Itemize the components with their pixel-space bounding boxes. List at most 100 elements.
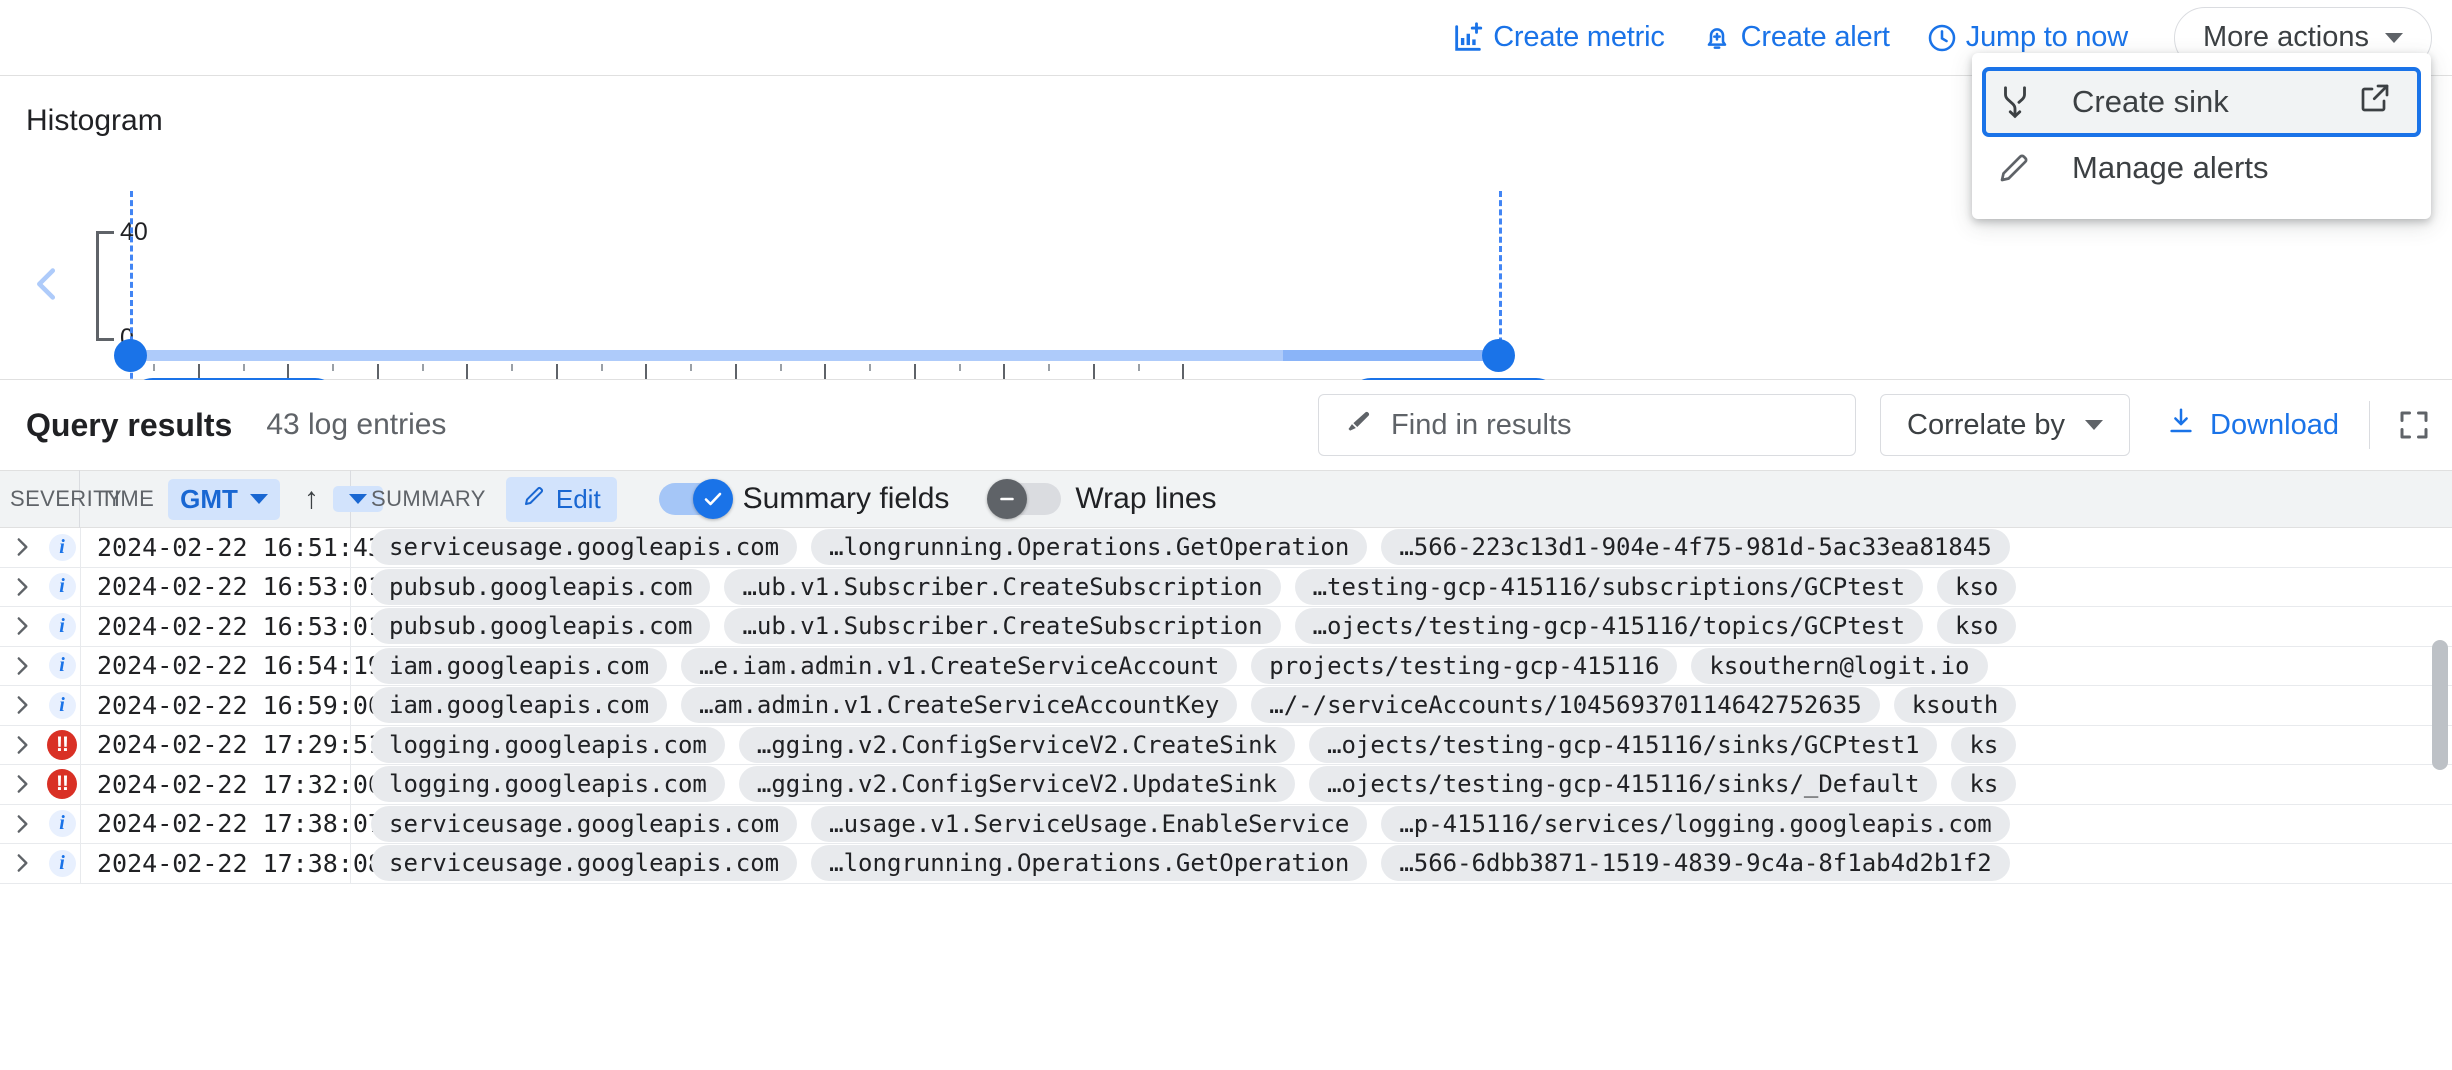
- table-row[interactable]: i2024-02-22 16:51:43.521serviceusage.goo…: [0, 528, 2452, 568]
- table-row[interactable]: i2024-02-22 16:54:19.243iam.googleapis.c…: [0, 647, 2452, 687]
- scrollbar-thumb[interactable]: [2432, 640, 2448, 770]
- create-metric-label: Create metric: [1493, 21, 1664, 54]
- expand-row-icon[interactable]: [0, 653, 44, 679]
- cell-timestamp: 2024-02-22 16:51:43.521: [80, 528, 351, 567]
- expand-row-icon[interactable]: [0, 850, 44, 876]
- summary-chip[interactable]: …ub.v1.Subscriber.CreateSubscription: [724, 569, 1280, 605]
- create-alert-button[interactable]: Create alert: [1683, 11, 1908, 64]
- y-axis-bracket: [96, 231, 114, 341]
- toggle-thumb: [987, 479, 1027, 519]
- chevron-down-icon: [2385, 33, 2403, 43]
- summary-chip[interactable]: …p-415116/services/logging.googleapis.co…: [1381, 806, 2009, 842]
- collapse-chevron-icon[interactable]: [24, 261, 70, 307]
- summary-chip[interactable]: kso: [1937, 608, 2016, 644]
- table-row[interactable]: !!2024-02-22 17:32:00.308logging.googlea…: [0, 765, 2452, 805]
- download-label: Download: [2210, 409, 2339, 442]
- summary-chip[interactable]: …gging.v2.ConfigServiceV2.CreateSink: [739, 727, 1295, 763]
- download-button[interactable]: Download: [2166, 406, 2339, 444]
- expand-row-icon[interactable]: [0, 613, 44, 639]
- wrap-lines-toggle[interactable]: Wrap lines: [991, 482, 1216, 516]
- summary-chip[interactable]: …longrunning.Operations.GetOperation: [811, 845, 1367, 881]
- histogram-tick-marks: [130, 364, 1506, 380]
- create-metric-button[interactable]: Create metric: [1433, 11, 1682, 65]
- summary-chip[interactable]: ksouthern@logit.io: [1691, 648, 1987, 684]
- summary-chip[interactable]: ks: [1951, 727, 2016, 763]
- axis-tick: [959, 364, 961, 371]
- fullscreen-button[interactable]: [2396, 407, 2432, 443]
- table-row[interactable]: i2024-02-22 16:59:00.034iam.googleapis.c…: [0, 686, 2452, 726]
- summary-chip[interactable]: logging.googleapis.com: [371, 727, 725, 763]
- summary-chip[interactable]: …am.admin.v1.CreateServiceAccountKey: [681, 687, 1237, 723]
- info-icon: i: [49, 573, 76, 600]
- time-range-slider-selection[interactable]: [1283, 350, 1499, 361]
- status-badge: !!: [44, 769, 80, 799]
- summary-fields-toggle[interactable]: Summary fields: [659, 482, 950, 516]
- axis-tick: [780, 364, 782, 371]
- axis-tick: [243, 364, 245, 371]
- timezone-selector[interactable]: GMT: [168, 479, 280, 520]
- axis-tick: [287, 364, 289, 379]
- summary-label: SUMMARY: [371, 486, 486, 512]
- axis-tick: [153, 364, 155, 371]
- table-row[interactable]: i2024-02-22 16:53:01.002pubsub.googleapi…: [0, 568, 2452, 608]
- expand-row-icon[interactable]: [0, 534, 44, 560]
- summary-chip[interactable]: …566-223c13d1-904e-4f75-981d-5ac33ea8184…: [1381, 529, 2009, 565]
- summary-chip[interactable]: …ojects/testing-gcp-415116/topics/GCPtes…: [1295, 608, 1923, 644]
- timezone-label: GMT: [180, 484, 238, 515]
- summary-chip[interactable]: …566-6dbb3871-1519-4839-9c4a-8f1ab4d2b1f…: [1381, 845, 2009, 881]
- open-in-new-icon: [2357, 80, 2393, 124]
- divider: [2369, 401, 2370, 449]
- menu-item-create-sink[interactable]: Create sink: [1984, 69, 2419, 135]
- summary-chip[interactable]: …ojects/testing-gcp-415116/sinks/_Defaul…: [1309, 766, 1937, 802]
- summary-chip[interactable]: serviceusage.googleapis.com: [371, 806, 797, 842]
- summary-fields-label: Summary fields: [743, 482, 950, 516]
- vertical-scrollbar[interactable]: [2430, 528, 2450, 1070]
- sort-ascending-icon[interactable]: ↑: [304, 482, 319, 516]
- axis-tick: [1003, 364, 1005, 379]
- menu-item-manage-alerts[interactable]: Manage alerts: [1972, 135, 2431, 201]
- summary-chip[interactable]: logging.googleapis.com: [371, 766, 725, 802]
- summary-chip[interactable]: …longrunning.Operations.GetOperation: [811, 529, 1367, 565]
- cell-timestamp: 2024-02-22 16:53:01.129: [80, 607, 351, 647]
- find-in-results-placeholder: Find in results: [1391, 409, 1572, 442]
- expand-row-icon[interactable]: [0, 811, 44, 837]
- table-row[interactable]: !!2024-02-22 17:29:51.270logging.googlea…: [0, 726, 2452, 766]
- status-badge: i: [44, 573, 80, 600]
- summary-chip[interactable]: …gging.v2.ConfigServiceV2.UpdateSink: [739, 766, 1295, 802]
- summary-chip[interactable]: iam.googleapis.com: [371, 687, 667, 723]
- summary-chip[interactable]: …ub.v1.Subscriber.CreateSubscription: [724, 608, 1280, 644]
- more-actions-menu: Create sink Manage alerts: [1972, 53, 2431, 219]
- toggle-switch-on[interactable]: [659, 483, 729, 515]
- axis-tick: [198, 364, 200, 379]
- more-actions-label: More actions: [2203, 21, 2369, 54]
- correlate-by-button[interactable]: Correlate by: [1880, 394, 2130, 456]
- axis-tick: [601, 364, 603, 371]
- summary-chip[interactable]: …ojects/testing-gcp-415116/sinks/GCPtest…: [1309, 727, 1937, 763]
- toggle-switch-off[interactable]: [991, 483, 1061, 515]
- status-badge: i: [44, 850, 80, 877]
- summary-chip[interactable]: …usage.v1.ServiceUsage.EnableService: [811, 806, 1367, 842]
- expand-row-icon[interactable]: [0, 692, 44, 718]
- table-row[interactable]: i2024-02-22 17:38:08.718 serviceusage.goo…: [0, 844, 2452, 884]
- summary-chip[interactable]: pubsub.googleapis.com: [371, 569, 710, 605]
- cell-timestamp: 2024-02-22 17:38:08.718: [80, 844, 351, 884]
- summary-chip[interactable]: serviceusage.googleapis.com: [371, 529, 797, 565]
- summary-chip[interactable]: …/-/serviceAccounts/10456937011464275263…: [1251, 687, 1879, 723]
- summary-chip[interactable]: pubsub.googleapis.com: [371, 608, 710, 644]
- summary-chip[interactable]: ks: [1951, 766, 2016, 802]
- summary-chip[interactable]: …e.iam.admin.v1.CreateServiceAccount: [681, 648, 1237, 684]
- summary-chip[interactable]: projects/testing-gcp-415116: [1251, 648, 1677, 684]
- expand-row-icon[interactable]: [0, 574, 44, 600]
- summary-chip[interactable]: …testing-gcp-415116/subscriptions/GCPtes…: [1295, 569, 1923, 605]
- create-alert-label: Create alert: [1741, 21, 1890, 54]
- summary-chip[interactable]: iam.googleapis.com: [371, 648, 667, 684]
- table-row[interactable]: i2024-02-22 17:38:07.892serviceusage.goo…: [0, 805, 2452, 845]
- table-row[interactable]: i2024-02-22 16:53:01.129pubsub.googleapi…: [0, 607, 2452, 647]
- find-in-results-input[interactable]: Find in results: [1318, 394, 1856, 456]
- summary-chip[interactable]: ksouth: [1894, 687, 2017, 723]
- expand-row-icon[interactable]: [0, 771, 44, 797]
- summary-chip[interactable]: kso: [1937, 569, 2016, 605]
- expand-row-icon[interactable]: [0, 732, 44, 758]
- edit-summary-fields-button[interactable]: Edit: [506, 477, 617, 522]
- summary-chip[interactable]: serviceusage.googleapis.com: [371, 845, 797, 881]
